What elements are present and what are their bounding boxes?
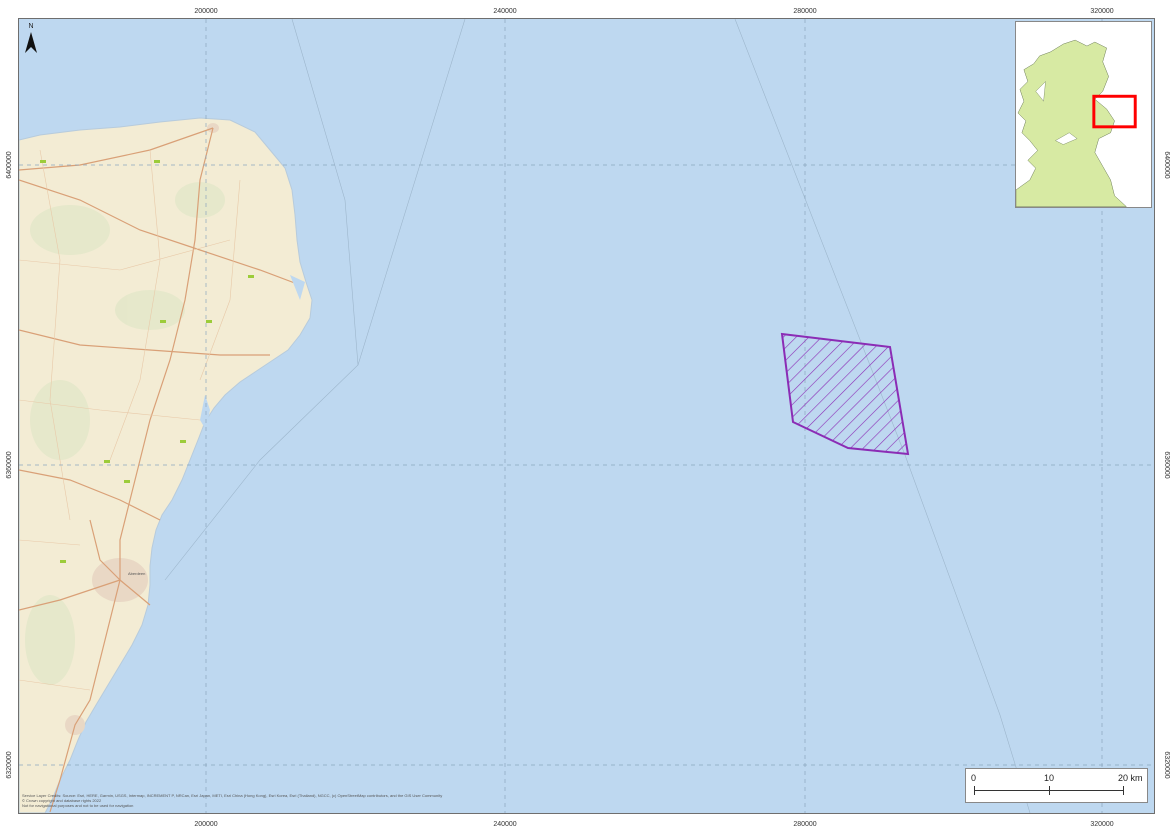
north-arrow-icon: N bbox=[25, 23, 37, 53]
grid-x-label-bottom: 280000 bbox=[793, 821, 816, 828]
north-label: N bbox=[28, 23, 33, 30]
credits-line: Not for navigational purposes and not to… bbox=[22, 803, 134, 808]
scale-bar: 0 10 20 km bbox=[965, 768, 1148, 803]
grid-x-label-bottom: 320000 bbox=[1090, 821, 1113, 828]
grid-y-label-right: 6320000 bbox=[1163, 751, 1170, 778]
grid-x-label-bottom: 240000 bbox=[493, 821, 516, 828]
scale-bar-tick bbox=[974, 786, 975, 795]
grid-y-label-right: 6400000 bbox=[1163, 151, 1170, 178]
grid-x-label-top: 200000 bbox=[194, 8, 217, 15]
north-arrow: N bbox=[23, 21, 39, 57]
inset-map-svg bbox=[1016, 22, 1151, 207]
grid-x-label-bottom: 200000 bbox=[194, 821, 217, 828]
map-canvas[interactable]: Aberdeen 200000 240000 280000 320000 200… bbox=[0, 0, 1175, 833]
scale-label-0: 0 bbox=[971, 773, 977, 783]
scale-bar-tick bbox=[1123, 786, 1124, 795]
grid-x-label-top: 320000 bbox=[1090, 8, 1113, 15]
inset-locator-map[interactable] bbox=[1015, 21, 1152, 208]
grid-y-label-right: 6360000 bbox=[1163, 451, 1170, 478]
town-label-aberdeen: Aberdeen bbox=[128, 571, 145, 576]
scale-bar-tick bbox=[1049, 786, 1050, 795]
grid-y-label-left: 6320000 bbox=[6, 751, 13, 778]
map-credits: Service Layer Credits: Source: Esri, HER… bbox=[22, 793, 582, 808]
grid-y-label-left: 6360000 bbox=[6, 451, 13, 478]
grid-y-label-left: 6400000 bbox=[6, 151, 13, 178]
scale-label-20: 20 km bbox=[1118, 773, 1143, 783]
scale-label-10: 10 bbox=[1044, 773, 1055, 783]
grid-x-label-top: 280000 bbox=[793, 8, 816, 15]
grid-x-label-top: 240000 bbox=[493, 8, 516, 15]
